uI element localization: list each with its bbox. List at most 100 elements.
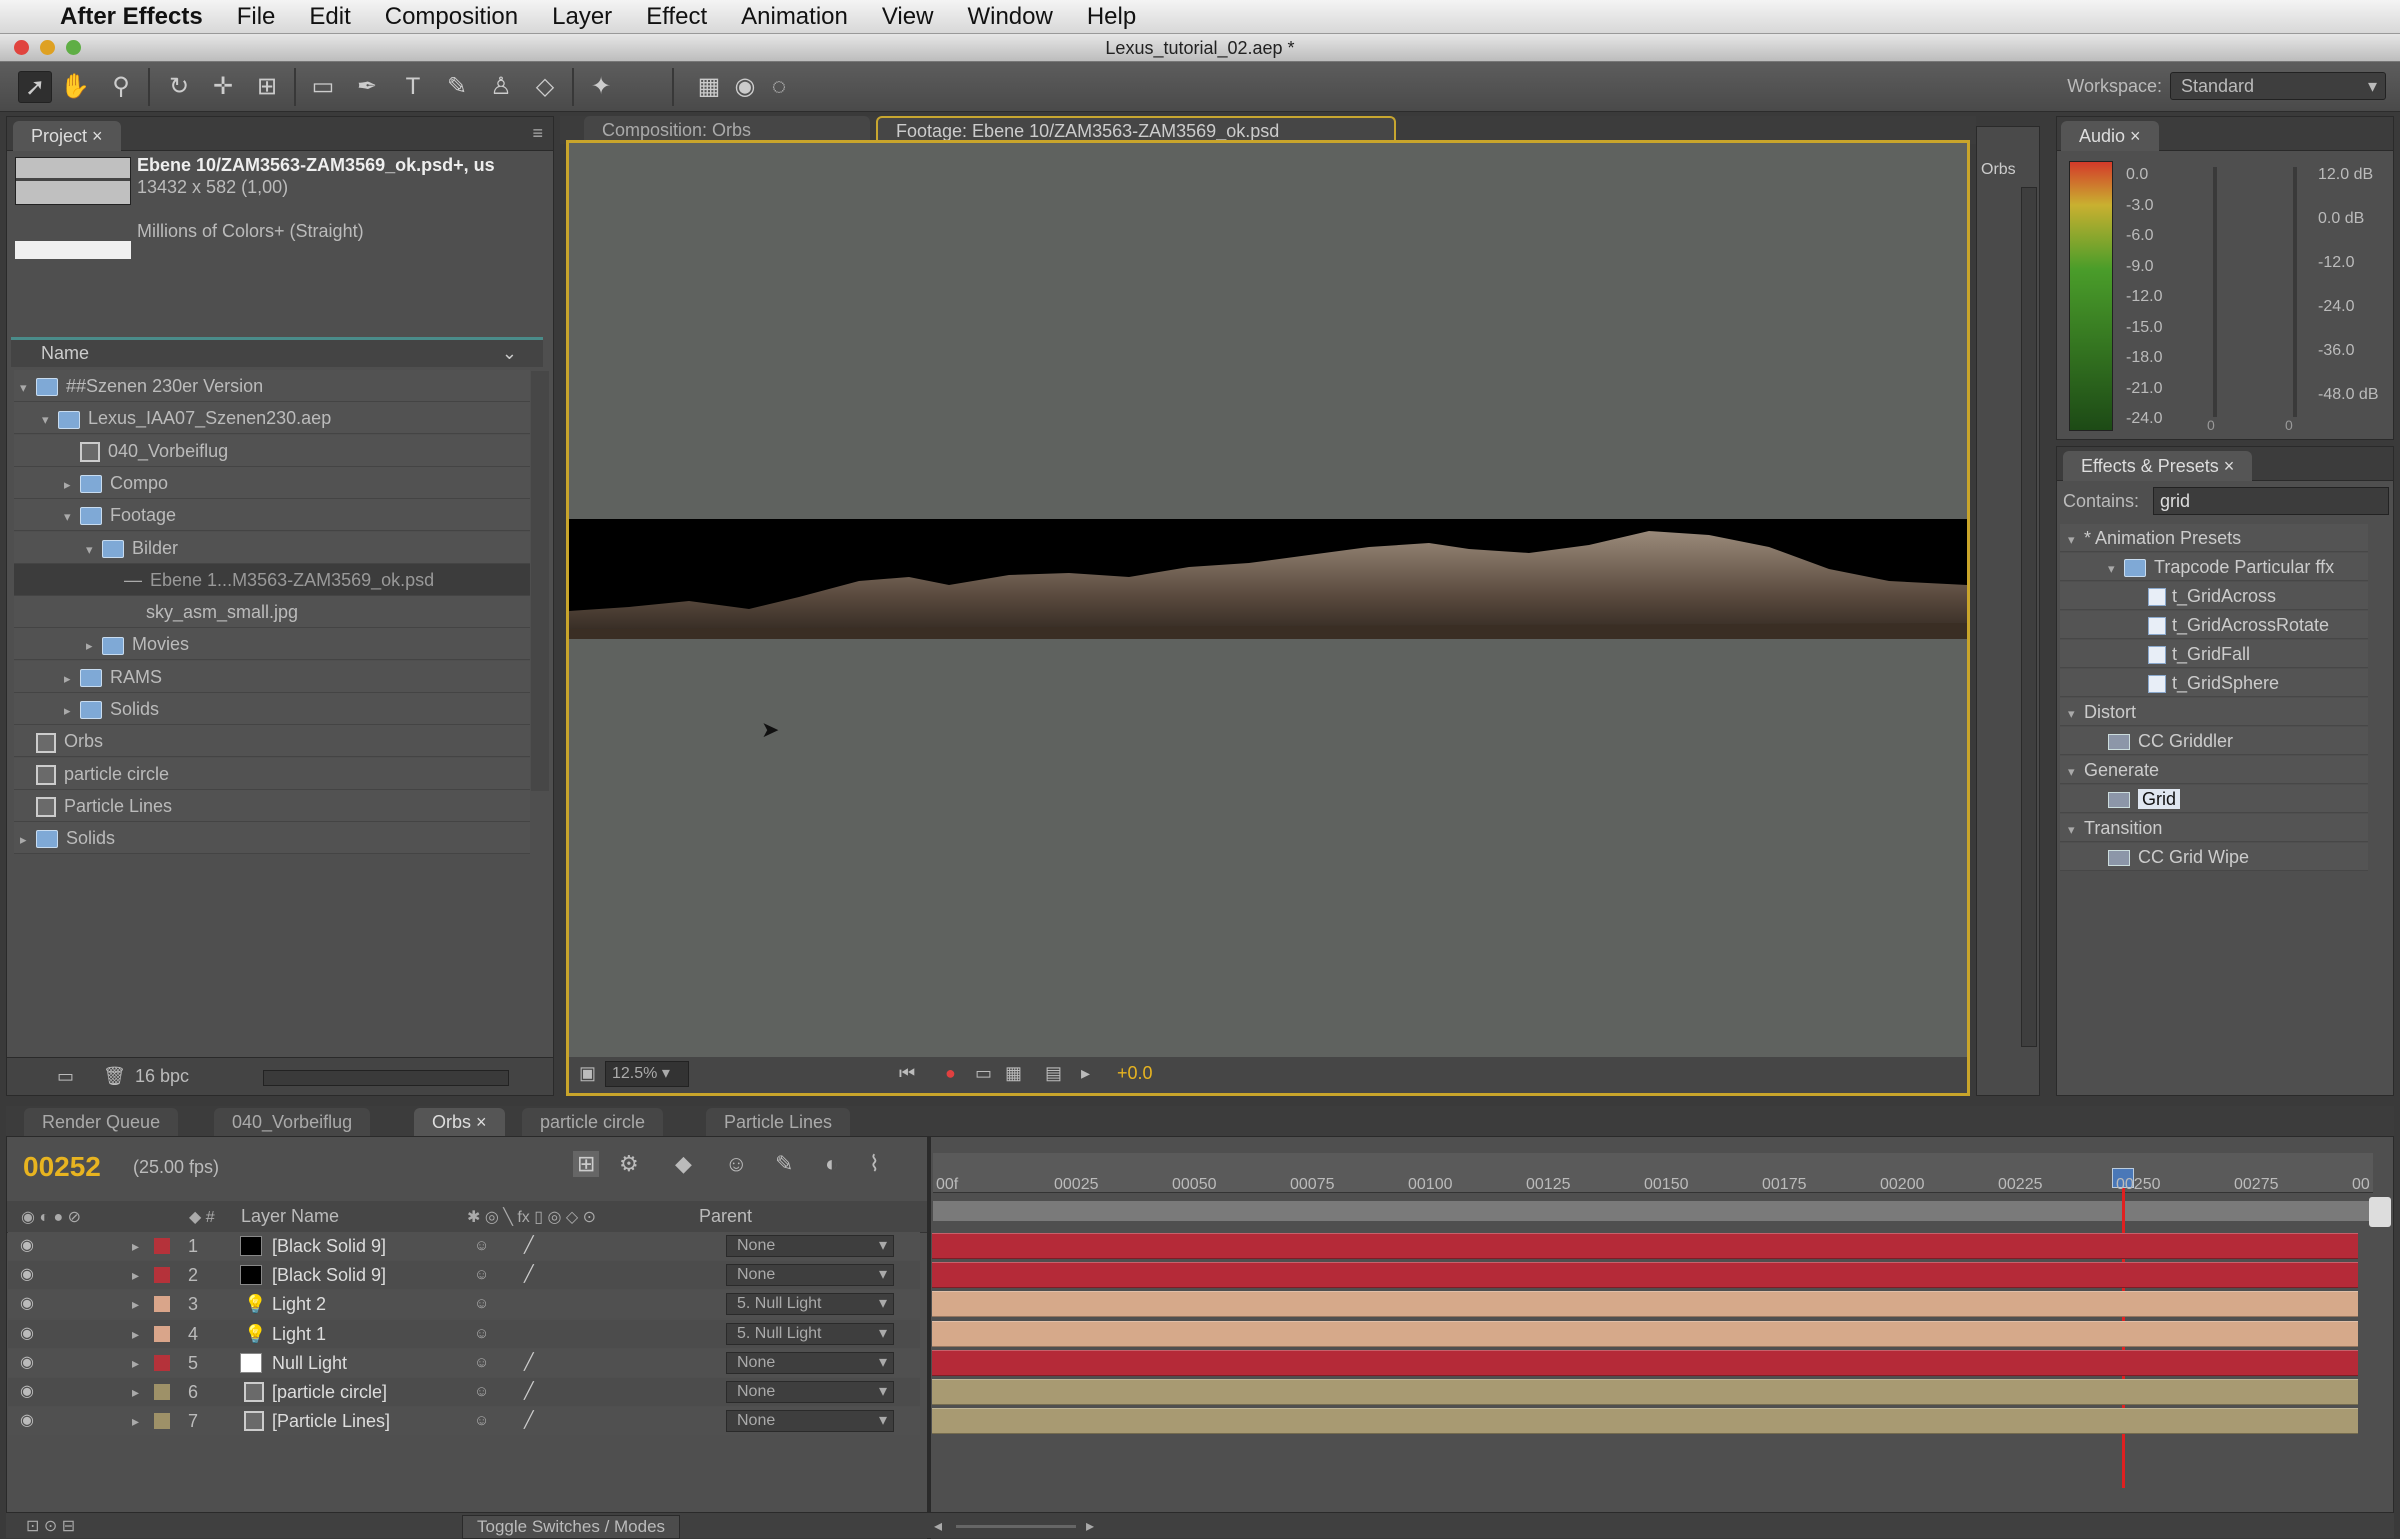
- effects-tree-item[interactable]: ▾ Distort: [2060, 698, 2368, 726]
- twirl-down-icon[interactable]: ▾: [86, 534, 102, 566]
- camera-tool-icon[interactable]: ✛: [206, 71, 240, 103]
- reset-exposure-icon[interactable]: ▸: [1081, 1063, 1090, 1084]
- pan-behind-tool-icon[interactable]: ⊞: [250, 71, 284, 103]
- tab-effects-presets[interactable]: Effects & Presets ×: [2063, 451, 2253, 481]
- parent-dropdown[interactable]: None ▾: [726, 1381, 894, 1403]
- menu-composition[interactable]: Composition: [385, 3, 518, 31]
- clone-stamp-tool-icon[interactable]: ♙: [484, 71, 518, 103]
- shy-switch-icon[interactable]: ☺: [474, 1232, 489, 1260]
- project-item[interactable]: ▾ Bilder: [14, 531, 530, 566]
- region-of-interest-icon[interactable]: ▭: [975, 1063, 992, 1084]
- layer-row[interactable]: ◉ ▸ 6 [particle circle] ☺ ╱ None ▾: [8, 1378, 920, 1406]
- parent-dropdown[interactable]: 5. Null Light ▾: [726, 1322, 894, 1345]
- layer-name-header[interactable]: Layer Name: [241, 1206, 339, 1227]
- layer-duration-bar[interactable]: [932, 1349, 2358, 1376]
- selection-tool-icon[interactable]: ➚: [18, 71, 52, 103]
- project-item[interactable]: Particle Lines: [14, 789, 530, 822]
- layer-row[interactable]: ◉ ▸ 7 [Particle Lines] ☺ ╱ None ▾: [8, 1407, 920, 1436]
- layer-row[interactable]: ◉ ▸ 2 [Black Solid 9] ☺ ╱ None ▾: [8, 1261, 920, 1290]
- motion-blur-icon[interactable]: ◐: [825, 1151, 838, 1177]
- always-preview-icon[interactable]: ▣: [579, 1063, 596, 1084]
- menu-animation[interactable]: Animation: [741, 3, 848, 31]
- eye-icon[interactable]: ◉: [20, 1290, 34, 1318]
- effects-tree-item[interactable]: t_GridAcrossRotate: [2060, 611, 2368, 639]
- shy-switch-icon[interactable]: ☺: [474, 1349, 489, 1377]
- project-item[interactable]: ▾ Lexus_IAA07_Szenen230.aep: [14, 402, 530, 436]
- work-area-bar[interactable]: [933, 1201, 2373, 1221]
- layer-name[interactable]: [particle circle]: [272, 1378, 387, 1406]
- world-axis-icon[interactable]: ◉: [728, 71, 762, 103]
- eye-icon[interactable]: ◉: [20, 1232, 34, 1260]
- twirl-right-icon[interactable]: ▸: [64, 695, 80, 727]
- app-menu[interactable]: After Effects: [60, 3, 203, 31]
- menu-edit[interactable]: Edit: [309, 3, 350, 31]
- label-color-swatch[interactable]: [154, 1267, 170, 1284]
- audio-slider-track-right[interactable]: [2293, 167, 2297, 417]
- hide-shy-icon[interactable]: ☺: [725, 1151, 747, 1177]
- draft-3d-icon[interactable]: ◆: [675, 1151, 692, 1177]
- project-item[interactable]: ▸ Solids: [14, 822, 530, 856]
- layer-name[interactable]: Light 2: [272, 1290, 326, 1318]
- menu-help[interactable]: Help: [1087, 3, 1136, 31]
- timeline-zoom-slider[interactable]: [956, 1525, 1076, 1528]
- twirl-right-icon[interactable]: ▸: [132, 1349, 139, 1377]
- project-item[interactable]: ▾ Footage: [14, 499, 530, 532]
- layer-duration-bar[interactable]: [932, 1233, 2358, 1259]
- tab-audio[interactable]: Audio ×: [2061, 121, 2159, 151]
- effects-tree-item[interactable]: ▾ Trapcode Particular ffx: [2060, 553, 2368, 581]
- twirl-down-icon[interactable]: ▾: [42, 404, 58, 436]
- twirl-right-icon[interactable]: ▸: [20, 824, 36, 856]
- effects-tree-item[interactable]: CC Griddler: [2060, 727, 2368, 755]
- layer-duration-bar[interactable]: [932, 1379, 2358, 1405]
- new-folder-icon[interactable]: ▭: [57, 1066, 74, 1087]
- eye-icon[interactable]: ◉: [20, 1378, 34, 1406]
- audio-slider-track-left[interactable]: [2213, 167, 2217, 417]
- eye-icon[interactable]: ◉: [20, 1349, 34, 1377]
- project-item[interactable]: ▸ Movies: [14, 628, 530, 661]
- brush-tool-icon[interactable]: ✎: [440, 71, 474, 103]
- transparency-grid-icon[interactable]: ▦: [1005, 1063, 1022, 1084]
- orbs-side-tab[interactable]: Orbs: [1981, 161, 2016, 179]
- quality-switch-icon[interactable]: ╱: [524, 1261, 534, 1289]
- twirl-right-icon[interactable]: ▸: [132, 1290, 139, 1318]
- frame-blending-icon[interactable]: ✎: [775, 1151, 793, 1177]
- tab-orbs[interactable]: Orbs ×: [414, 1108, 505, 1136]
- hand-tool-icon[interactable]: ✋: [58, 71, 92, 103]
- menu-layer[interactable]: Layer: [552, 3, 612, 31]
- workspace-dropdown[interactable]: Standard ▾: [2170, 72, 2386, 100]
- layer-row[interactable]: ◉ ▸ 5 Null Light ☺ ╱ None ▾: [8, 1348, 920, 1377]
- panel-menu-icon[interactable]: ≡: [532, 123, 543, 144]
- label-color-swatch[interactable]: [154, 1325, 170, 1342]
- parent-dropdown[interactable]: None ▾: [726, 1351, 894, 1374]
- label-color-swatch[interactable]: [154, 1354, 170, 1371]
- layer-row[interactable]: ◉ ▸ 3 💡 Light 2 ☺ 5. Null Light ▾: [8, 1290, 920, 1319]
- twirl-right-icon[interactable]: ▸: [64, 663, 80, 695]
- layer-name[interactable]: [Black Solid 9]: [272, 1232, 386, 1260]
- fast-preview-icon[interactable]: ▤: [1045, 1063, 1062, 1084]
- tab-particle-circle[interactable]: particle circle: [522, 1108, 664, 1136]
- orbs-scrollbar[interactable]: [2021, 187, 2037, 1047]
- trash-icon[interactable]: 🗑: [103, 1066, 126, 1087]
- tab-particle-lines[interactable]: Particle Lines: [706, 1108, 851, 1136]
- current-timecode[interactable]: 00252: [23, 1151, 101, 1183]
- project-item[interactable]: sky_asm_small.jpg: [14, 596, 530, 629]
- type-tool-icon[interactable]: T: [396, 71, 430, 103]
- project-item[interactable]: ▸ Solids: [14, 693, 530, 725]
- axis-mode-icon[interactable]: ▦: [692, 71, 726, 103]
- project-item[interactable]: ▾ ##Szenen 230er Version: [14, 370, 530, 402]
- close-icon[interactable]: ×: [92, 126, 103, 146]
- twirl-down-icon[interactable]: ▾: [20, 372, 36, 404]
- project-item[interactable]: Orbs: [14, 725, 530, 758]
- puppet-tool-icon[interactable]: ✦: [584, 71, 618, 103]
- eye-icon[interactable]: ◉: [20, 1320, 34, 1348]
- label-color-swatch[interactable]: [154, 1384, 170, 1400]
- effects-tree-item[interactable]: t_GridSphere: [2060, 669, 2368, 697]
- name-column-header[interactable]: Name ⌄: [11, 337, 543, 367]
- eye-icon[interactable]: ◉: [20, 1261, 34, 1289]
- effects-search-input[interactable]: grid: [2153, 487, 2389, 515]
- zoom-window-button[interactable]: [66, 40, 81, 55]
- zoom-tool-icon[interactable]: ⚲: [104, 71, 138, 103]
- parent-header[interactable]: Parent: [699, 1206, 752, 1227]
- effects-tree-item[interactable]: ▾ Transition: [2060, 814, 2368, 842]
- tab-040-vorbeiflug[interactable]: 040_Vorbeiflug: [214, 1108, 371, 1136]
